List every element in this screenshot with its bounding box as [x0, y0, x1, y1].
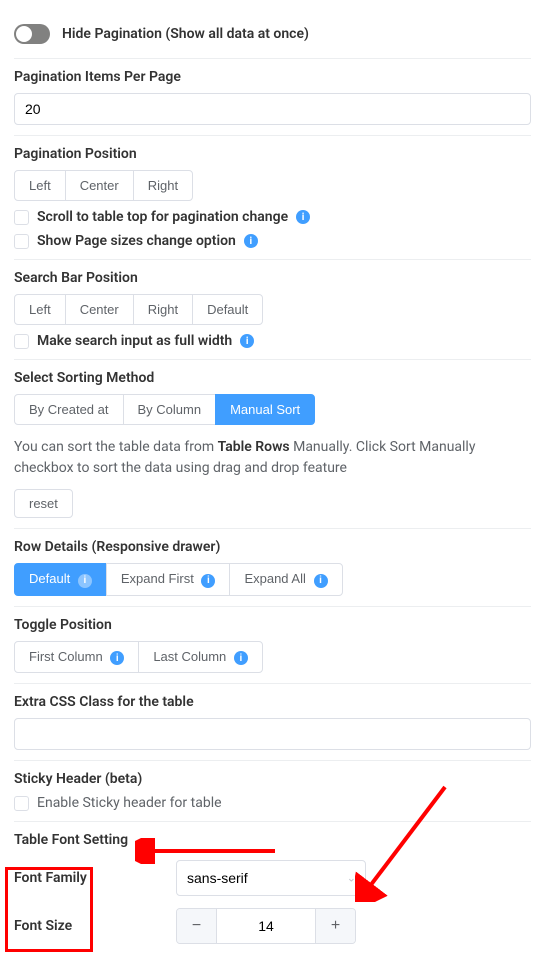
- row-details-group: Default i Expand First i Expand All i: [14, 563, 531, 596]
- sorting-help-text: You can sort the table data from Table R…: [14, 437, 531, 479]
- toggle-position-group: First Column i Last Column i: [14, 641, 531, 674]
- font-family-label: Font Family: [14, 870, 164, 886]
- page-sizes-label: Show Page sizes change option: [37, 233, 236, 249]
- info-icon[interactable]: i: [244, 234, 258, 248]
- sorting-by-column[interactable]: By Column: [123, 394, 217, 425]
- sorting-manual[interactable]: Manual Sort: [215, 394, 315, 425]
- info-icon[interactable]: i: [296, 210, 310, 224]
- extra-css-label: Extra CSS Class for the table: [14, 694, 531, 710]
- info-icon: i: [110, 651, 124, 665]
- info-icon[interactable]: i: [240, 334, 254, 348]
- row-details-expand-first[interactable]: Expand First i: [106, 563, 231, 596]
- info-icon: i: [314, 574, 328, 588]
- info-icon: i: [234, 651, 248, 665]
- scroll-top-checkbox[interactable]: [14, 210, 29, 225]
- info-icon: i: [201, 574, 215, 588]
- hide-pagination-toggle[interactable]: [14, 24, 50, 44]
- sticky-header-checkbox-label: Enable Sticky header for table: [37, 795, 222, 811]
- search-bar-label: Search Bar Position: [14, 270, 531, 286]
- search-bar-left[interactable]: Left: [14, 294, 66, 325]
- row-details-default[interactable]: Default i: [14, 563, 107, 596]
- pagination-position-center[interactable]: Center: [65, 170, 134, 201]
- pagination-position-group: Left Center Right: [14, 170, 531, 201]
- sorting-group: By Created at By Column Manual Sort: [14, 394, 531, 425]
- sorting-created-at[interactable]: By Created at: [14, 394, 124, 425]
- pagination-position-left[interactable]: Left: [14, 170, 66, 201]
- toggle-first-column[interactable]: First Column i: [14, 641, 139, 674]
- pagination-position-label: Pagination Position: [14, 146, 531, 162]
- search-bar-group: Left Center Right Default: [14, 294, 531, 325]
- search-full-width-checkbox[interactable]: [14, 334, 29, 349]
- font-size-stepper: − +: [176, 908, 356, 944]
- search-bar-right[interactable]: Right: [133, 294, 193, 325]
- reset-button[interactable]: reset: [14, 489, 73, 518]
- sticky-header-label: Sticky Header (beta): [14, 771, 531, 787]
- items-per-page-input[interactable]: [14, 93, 531, 125]
- sticky-header-checkbox[interactable]: [14, 796, 29, 811]
- extra-css-input[interactable]: [14, 718, 531, 750]
- pagination-position-right[interactable]: Right: [133, 170, 193, 201]
- font-size-increment[interactable]: +: [315, 909, 355, 943]
- hide-pagination-label: Hide Pagination (Show all data at once): [62, 26, 309, 42]
- page-sizes-checkbox[interactable]: [14, 234, 29, 249]
- font-size-label: Font Size: [14, 918, 164, 934]
- toggle-position-label: Toggle Position: [14, 617, 531, 633]
- search-bar-default[interactable]: Default: [192, 294, 263, 325]
- search-bar-center[interactable]: Center: [65, 294, 134, 325]
- scroll-top-label: Scroll to table top for pagination chang…: [37, 209, 288, 225]
- font-family-select[interactable]: sans-serif: [176, 860, 366, 896]
- info-icon: i: [78, 574, 92, 588]
- toggle-last-column[interactable]: Last Column i: [138, 641, 263, 674]
- font-size-decrement[interactable]: −: [177, 909, 217, 943]
- items-per-page-label: Pagination Items Per Page: [14, 69, 531, 85]
- sorting-label: Select Sorting Method: [14, 370, 531, 386]
- row-details-label: Row Details (Responsive drawer): [14, 539, 531, 555]
- font-setting-label: Table Font Setting: [14, 832, 531, 848]
- search-full-width-label: Make search input as full width: [37, 333, 232, 349]
- font-size-input[interactable]: [217, 909, 315, 943]
- row-details-expand-all[interactable]: Expand All i: [229, 563, 342, 596]
